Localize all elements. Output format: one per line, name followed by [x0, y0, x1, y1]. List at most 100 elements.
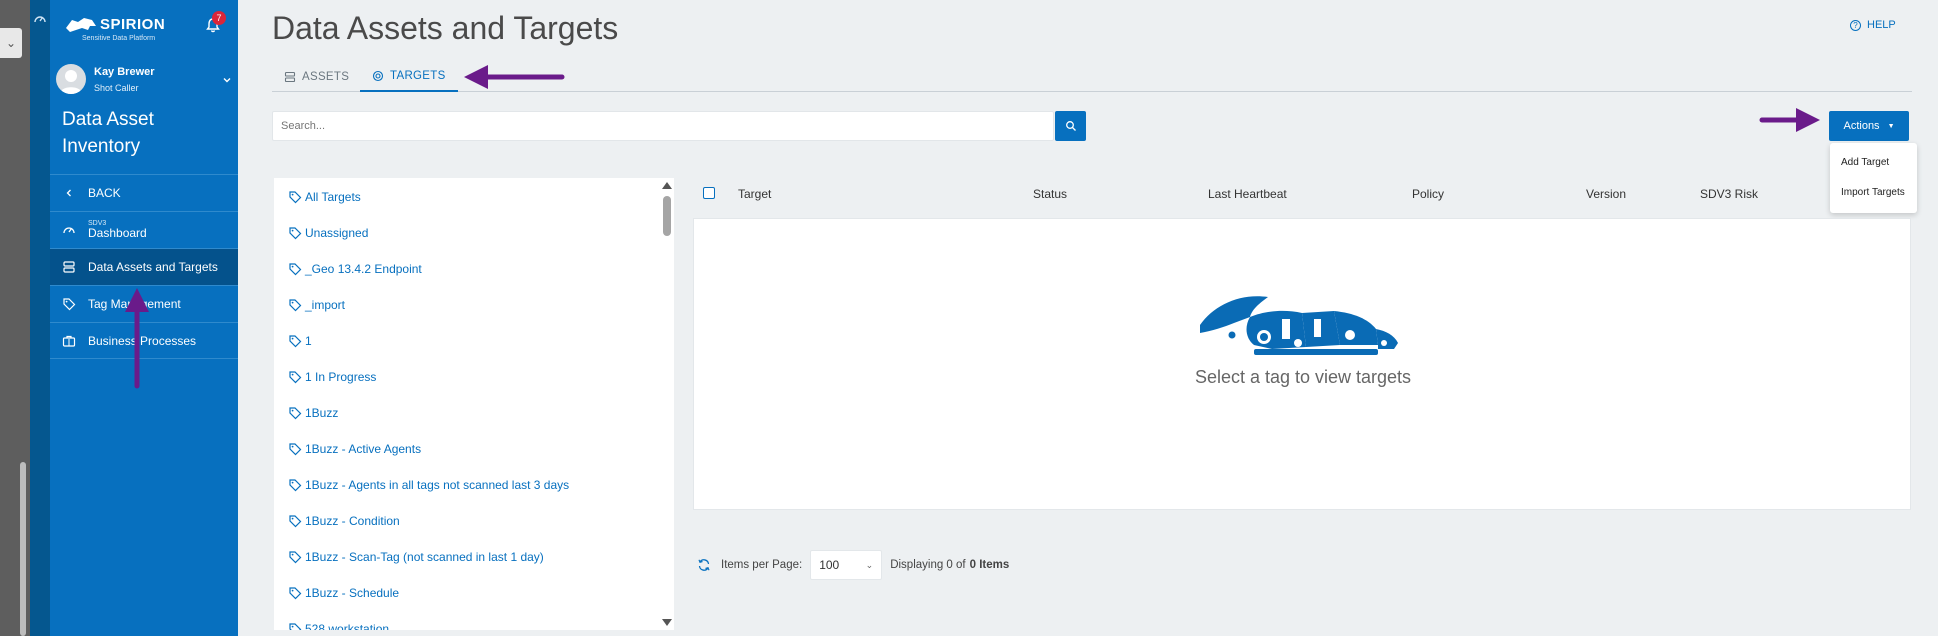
user-avatar-icon [60, 70, 82, 94]
search-icon [1065, 121, 1076, 131]
sidebar-item-label: Dashboard [88, 226, 147, 241]
tag-list-item[interactable]: _import [288, 295, 345, 315]
briefcase-icon [62, 334, 76, 348]
column-header[interactable]: Target [738, 187, 771, 201]
column-header[interactable]: Last Heartbeat [1208, 187, 1287, 201]
annotation-arrow-up [125, 288, 149, 389]
select-all-checkbox[interactable] [703, 187, 715, 199]
tag-scrollbar[interactable] [660, 178, 674, 630]
tag-label: 528 workstation [305, 622, 390, 630]
tab-label: TARGETS [390, 70, 446, 82]
empty-state-message: Select a tag to view targets [1194, 367, 1412, 387]
column-header[interactable]: Status [1033, 187, 1067, 201]
tag-list-item[interactable]: Unassigned [288, 223, 368, 243]
tag-list-item[interactable]: All Targets [288, 187, 361, 207]
rail-toggle-button[interactable]: ⌄ [0, 28, 22, 58]
tag-label: 1Buzz [305, 406, 339, 420]
gauge-icon [62, 223, 76, 237]
items-per-page-label: Items per Page: [721, 559, 803, 571]
tag-list-item[interactable]: 1Buzz - Scan-Tag (not scanned in last 1 … [288, 547, 544, 567]
page-title: Data Assets and Targets [272, 10, 619, 46]
tab-assets[interactable]: ASSETS [272, 62, 361, 92]
tag-list-item[interactable]: _Geo 13.4.2 Endpoint [288, 259, 422, 279]
section-title: Data Asset Inventory [62, 109, 154, 157]
user-profile[interactable]: Kay Brewer Shot Caller [56, 62, 232, 98]
tag-icon [288, 226, 302, 240]
tab-targets[interactable]: TARGETS [360, 62, 458, 92]
tag-icon [288, 514, 302, 528]
tag-icon [288, 442, 302, 456]
tag-icon [288, 298, 302, 312]
column-header[interactable]: SDV3 Risk [1700, 187, 1758, 201]
displaying-text: Displaying 0 of [890, 559, 966, 571]
tag-icon [288, 262, 302, 276]
tag-list: All Targets Unassigned _Geo 13.4.2 Endpoin… [274, 178, 674, 630]
tag-label: 1Buzz - Active Agents [305, 442, 422, 456]
target-icon [372, 70, 384, 82]
tag-label: 1 In Progress [305, 370, 377, 384]
refresh-icon[interactable] [697, 558, 711, 572]
rail-scrollbar[interactable] [20, 462, 26, 636]
brand-logo[interactable]: SPIRION Sensitive Data Platform [64, 14, 214, 48]
tag-icon [288, 550, 302, 564]
tag-icon [288, 406, 302, 420]
sidebar-item-label: BACK [88, 186, 121, 200]
search-input[interactable] [272, 111, 1054, 141]
sidebar-item-dashboard[interactable]: SDV3 Dashboard [50, 211, 238, 248]
tag-label: _Geo 13.4.2 Endpoint [305, 262, 422, 276]
scroll-thumb[interactable] [663, 196, 671, 236]
tag-label: 1Buzz - Scan-Tag (not scanned in last 1 … [305, 550, 544, 564]
sidebar-item-label: Data Assets and Targets [88, 260, 218, 274]
tag-list-item[interactable]: 1Buzz - Condition [288, 511, 400, 531]
menu-item-add-target[interactable]: Add Target [1841, 157, 1889, 168]
items-per-page-select[interactable]: 100 ⌄ [810, 550, 883, 580]
pagination-bar: Items per Page: 100 ⌄ Displaying 0 of 0 … [697, 550, 1009, 580]
tag-label: Unassigned [305, 226, 369, 240]
mini-nav [30, 0, 50, 636]
tag-list-item[interactable]: 1 In Progress [288, 367, 376, 387]
tag-label: All Targets [305, 190, 361, 204]
tag-icon [288, 478, 302, 492]
brand-subtitle: Sensitive Data Platform [82, 35, 156, 42]
question-icon: ? [1850, 19, 1861, 31]
storage-icon [62, 260, 76, 274]
brand-name: SPIRION [100, 16, 166, 33]
tag-list-item[interactable]: 1 [288, 331, 312, 351]
sidebar-item-data-assets[interactable]: Data Assets and Targets [50, 248, 238, 285]
notification-badge: 7 [212, 11, 226, 25]
scroll-down-icon[interactable] [662, 619, 672, 626]
tag-label: 1Buzz - Condition [305, 514, 400, 528]
chevron-down-icon[interactable] [222, 75, 232, 85]
left-rail: ⌄ [0, 0, 30, 636]
tag-list-item[interactable]: 1Buzz - Active Agents [288, 439, 421, 459]
tag-label: _import [305, 298, 346, 312]
avatar [56, 64, 86, 94]
column-header[interactable]: Version [1586, 187, 1626, 201]
tag-label: 1Buzz - Agents in all tags not scanned l… [305, 478, 570, 492]
annotation-arrow-left [464, 65, 565, 89]
search-button[interactable] [1055, 111, 1086, 141]
storage-icon [284, 71, 296, 83]
user-name: Kay Brewer [94, 66, 155, 78]
tag-list-item[interactable]: 1Buzz [288, 403, 338, 423]
tag-list-item[interactable]: 1Buzz - Agents in all tags not scanned l… [288, 475, 569, 495]
tag-list-item[interactable]: 528 workstation [288, 619, 389, 630]
tag-list-item[interactable]: 1Buzz - Schedule [288, 583, 399, 603]
chevron-down-icon: ⌄ [865, 559, 874, 570]
sidebar-item-back[interactable]: BACK [50, 174, 238, 211]
tag-icon [62, 297, 76, 311]
chevron-left-icon [62, 186, 76, 200]
annotation-arrow-right [1759, 108, 1820, 132]
help-label: HELP [1867, 19, 1896, 31]
actions-button[interactable]: Actions ▼ [1829, 111, 1909, 141]
gauge-icon[interactable] [33, 12, 47, 26]
help-link[interactable]: ? HELP [1850, 19, 1896, 31]
targets-table-body: Select a tag to view targets [693, 218, 1911, 510]
tag-icon [288, 586, 302, 600]
tag-label: 1Buzz - Schedule [305, 586, 400, 600]
tag-icon [288, 190, 302, 204]
scroll-up-icon[interactable] [662, 182, 672, 189]
column-header[interactable]: Policy [1412, 187, 1444, 201]
tag-icon [288, 622, 302, 630]
user-role: Shot Caller [94, 83, 139, 93]
